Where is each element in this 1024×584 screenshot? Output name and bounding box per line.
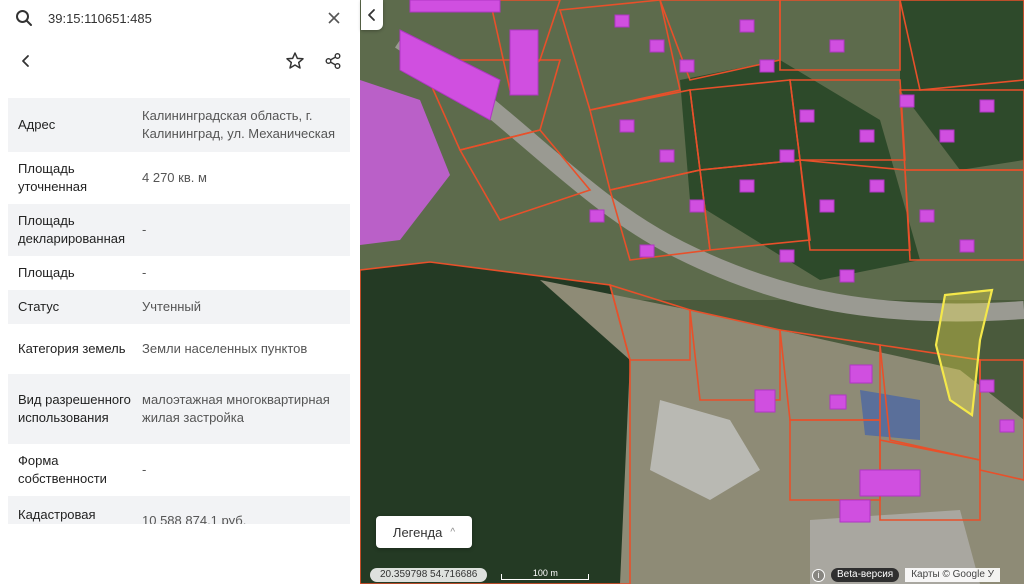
row-value: 10 588 874,1 руб. (142, 513, 247, 524)
scale-bar: 100 m (501, 568, 590, 581)
row-label: Вид разрешенного использования (18, 392, 131, 425)
row-value: - (142, 462, 147, 477)
row-value: Учтенный (142, 299, 202, 314)
cadastral-map-app: 39:15:110651:485 Адрес Калининградская о… (0, 0, 1024, 584)
coordinates-readout: 20.359798 54.716686 (370, 568, 488, 582)
table-row-land-category: Категория земель Земли населенных пункто… (8, 324, 350, 374)
row-label: Площадь уточненная (18, 161, 88, 194)
row-label: Площадь (18, 265, 75, 280)
parcel-info-panel: 39:15:110651:485 Адрес Калининградская о… (0, 0, 360, 584)
table-row-area-refined: Площадь уточненная 4 270 кв. м (8, 152, 350, 204)
parcel-attributes-table: Адрес Калининградская область, г. Калини… (8, 98, 350, 524)
map-status-bar: 20.359798 54.716686 100 m (370, 568, 590, 582)
search-bar[interactable]: 39:15:110651:485 (8, 0, 350, 36)
row-value: Земли населенных пунктов (142, 341, 308, 356)
map-attribution: i Beta-версия Карты © Google У (812, 567, 1001, 583)
close-icon[interactable] (322, 6, 346, 30)
info-icon[interactable]: i (812, 568, 825, 582)
row-label: Форма собственности (18, 453, 107, 486)
table-row-area-declared: Площадь декларированная - (8, 204, 350, 256)
chevron-left-icon (22, 55, 29, 67)
star-icon (286, 52, 304, 69)
search-icon[interactable] (12, 6, 36, 30)
table-row-address: Адрес Калининградская область, г. Калини… (8, 98, 350, 152)
row-label: Площадь декларированная (18, 213, 126, 246)
row-label: Адрес (18, 117, 56, 132)
row-value: малоэтажная многоквартирная жилая застро… (142, 392, 330, 425)
map-canvas[interactable] (360, 0, 1024, 584)
collapse-panel-button[interactable] (361, 0, 383, 30)
scale-line (501, 574, 590, 580)
share-icon (325, 53, 341, 69)
share-button[interactable] (317, 45, 349, 77)
favorite-button[interactable] (279, 45, 311, 77)
map-copyright[interactable]: Карты © Google У (905, 568, 1001, 582)
table-row-area: Площадь - (8, 256, 350, 290)
table-row-permitted-use: Вид разрешенного использования малоэтажн… (8, 374, 350, 444)
chevron-up-icon: ^ (450, 526, 456, 538)
table-row-ownership: Форма собственности - (8, 444, 350, 496)
row-value: - (142, 222, 147, 237)
row-label: Кадастровая (18, 507, 96, 522)
table-row-cadastral-value: Кадастровая 10 588 874,1 руб. (8, 496, 350, 524)
chevron-left-icon (368, 9, 375, 21)
search-input[interactable]: 39:15:110651:485 (48, 11, 322, 26)
row-label: Статус (18, 299, 60, 314)
panel-toolbar (8, 45, 350, 79)
row-value: 4 270 кв. м (142, 170, 207, 185)
row-value: Калининградская область, г. Калининград,… (142, 108, 335, 141)
beta-badge[interactable]: Beta-версия (831, 568, 900, 582)
legend-label: Легенда (392, 524, 443, 540)
table-row-status: Статус Учтенный (8, 290, 350, 324)
legend-button[interactable]: Легенда ^ (376, 516, 472, 548)
row-label: Категория земель (18, 341, 126, 356)
row-value: - (142, 265, 147, 280)
back-button[interactable] (10, 45, 42, 77)
satellite-map[interactable] (360, 0, 1024, 584)
